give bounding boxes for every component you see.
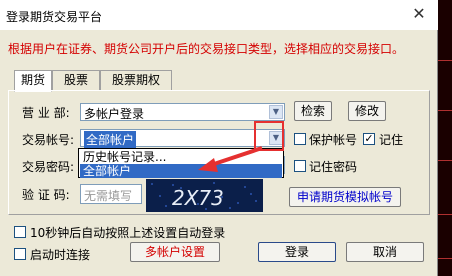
annotation-arrow-icon xyxy=(198,146,263,172)
background-chart-strip xyxy=(438,0,452,276)
login-dialog: 登录期货交易平台 ✕ 根据用户在证券、期货公司开户后的交易接口类型，选择相应的交… xyxy=(0,0,438,276)
